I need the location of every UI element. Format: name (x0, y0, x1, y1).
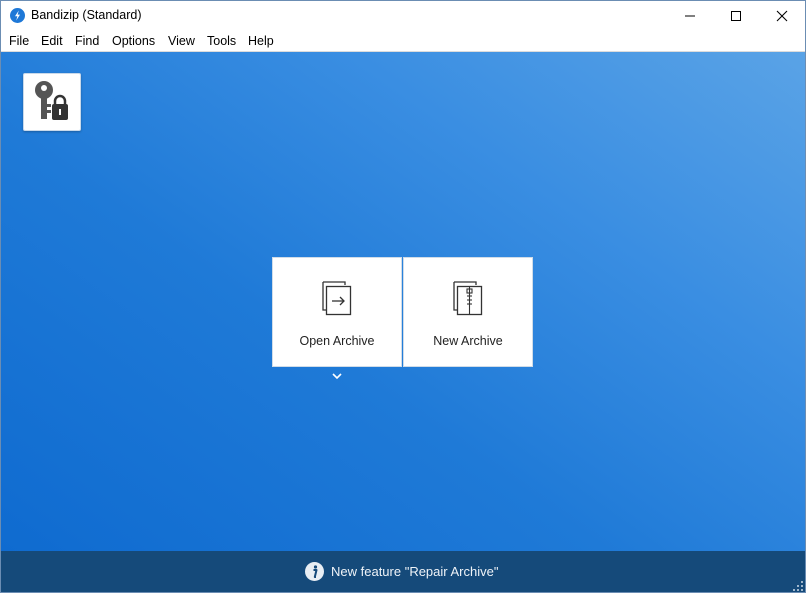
menu-help[interactable]: Help (248, 34, 274, 48)
menu-edit[interactable]: Edit (41, 34, 63, 48)
new-archive-button[interactable]: New Archive (403, 257, 533, 367)
new-archive-label: New Archive (433, 334, 503, 348)
maximize-icon (731, 11, 741, 21)
info-icon (305, 562, 324, 581)
menu-tools[interactable]: Tools (207, 34, 236, 48)
menu-options[interactable]: Options (112, 34, 155, 48)
key-lock-icon (35, 81, 68, 120)
status-bar[interactable]: New feature "Repair Archive" (1, 551, 805, 592)
open-archive-icon (322, 281, 352, 316)
menu-file[interactable]: File (9, 34, 29, 48)
open-archive-button[interactable]: Open Archive (272, 257, 402, 367)
open-archive-label: Open Archive (299, 334, 375, 348)
bandizip-logo-icon (10, 8, 25, 23)
maximize-button[interactable] (713, 1, 759, 31)
menu-find[interactable]: Find (75, 34, 99, 48)
menu-bar: File Edit Find Options View Tools Help (1, 31, 805, 52)
close-button[interactable] (759, 1, 805, 31)
title-bar[interactable]: Bandizip (Standard) (1, 1, 805, 31)
new-archive-icon (453, 281, 483, 316)
app-window: Bandizip (Standard) File Edit Find Optio… (0, 0, 806, 593)
new-feature-notice[interactable]: New feature "Repair Archive" (331, 564, 498, 579)
minimize-button[interactable] (667, 1, 713, 31)
main-area: Open Archive New Archive (1, 52, 805, 551)
resize-grip-icon[interactable] (792, 580, 804, 592)
minimize-icon (685, 15, 695, 17)
window-title: Bandizip (Standard) (31, 8, 142, 22)
chevron-down-icon[interactable] (331, 371, 343, 381)
close-icon (776, 10, 788, 22)
password-manager-button[interactable] (23, 73, 81, 131)
menu-view[interactable]: View (168, 34, 195, 48)
